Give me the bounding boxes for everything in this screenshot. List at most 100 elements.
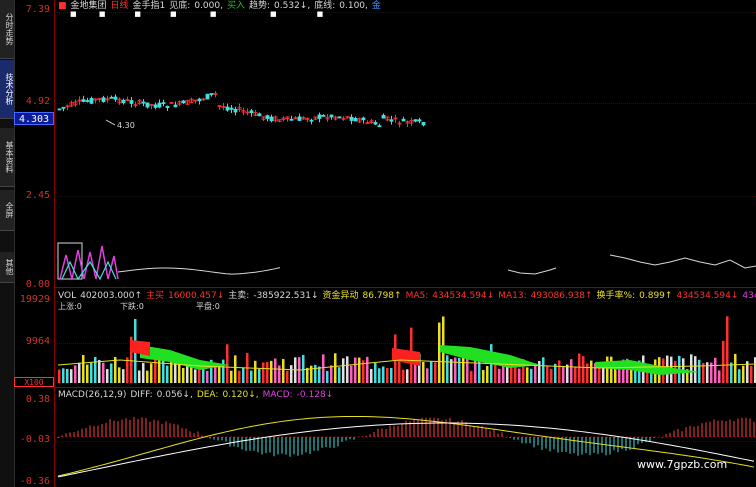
volume-bar xyxy=(94,356,97,383)
volume-bar xyxy=(322,354,325,383)
volume-bar xyxy=(606,356,609,383)
volume-bar xyxy=(438,322,441,383)
volume-bar xyxy=(326,370,329,383)
volume-bar xyxy=(354,357,357,383)
candle-body xyxy=(413,119,418,122)
low-price-annotation: 4.30 xyxy=(117,121,135,130)
volume-bar xyxy=(590,360,593,383)
candle-body xyxy=(101,97,106,103)
candle-body xyxy=(361,117,366,121)
candle-body xyxy=(129,100,134,104)
volume-bar xyxy=(390,367,393,383)
volume-bar xyxy=(598,367,601,383)
volume-bar xyxy=(402,369,405,383)
volume-bar xyxy=(70,369,73,383)
volume-bar xyxy=(310,365,313,383)
volume-bar xyxy=(290,365,293,383)
volume-bar xyxy=(86,364,89,383)
candle-body xyxy=(197,98,202,102)
candle-body xyxy=(381,114,386,119)
volume-bar xyxy=(254,360,257,383)
volume-bar xyxy=(430,361,433,383)
volume-bar xyxy=(258,368,261,383)
volume-bar xyxy=(486,365,489,383)
volume-bar xyxy=(154,357,157,383)
candle-body xyxy=(57,108,62,111)
volume-bar xyxy=(102,362,105,383)
volume-bar xyxy=(90,362,93,383)
volume-bar xyxy=(178,364,181,383)
volume-bar xyxy=(750,365,753,383)
candle-body xyxy=(161,102,166,105)
candle-body xyxy=(61,106,66,109)
volume-bar xyxy=(182,367,185,383)
volume-bar xyxy=(214,366,217,383)
volume-bar xyxy=(78,362,81,383)
volume-bar xyxy=(470,370,473,383)
volume-bar xyxy=(142,363,145,383)
low-price-pointer xyxy=(105,119,116,126)
candle-body xyxy=(157,102,162,108)
candle-body xyxy=(249,110,254,114)
volume-bar xyxy=(498,368,501,383)
candle-body xyxy=(181,100,186,104)
volume-bar xyxy=(342,358,345,383)
volume-bar xyxy=(458,358,461,383)
volume-bar xyxy=(138,370,141,383)
volume-bar xyxy=(614,369,617,383)
oscillator-line xyxy=(117,267,281,275)
candle-body xyxy=(337,116,342,119)
candle-body xyxy=(309,119,314,122)
volume-bar xyxy=(562,366,565,383)
candle-body xyxy=(109,96,114,99)
volume-bar xyxy=(250,370,253,383)
candle-body xyxy=(257,113,262,117)
candle-body xyxy=(153,104,158,108)
candle-body xyxy=(297,116,302,121)
volume-bar xyxy=(550,368,553,383)
candle-body xyxy=(417,119,422,122)
volume-bar xyxy=(694,356,697,383)
volume-bar xyxy=(98,359,101,383)
volume-bar xyxy=(58,369,61,383)
volume-bar xyxy=(482,369,485,383)
volume-bar xyxy=(726,316,729,383)
volume-bar xyxy=(462,355,465,383)
volume-bar xyxy=(690,354,693,383)
volume-bar xyxy=(398,358,401,383)
candle-body xyxy=(85,100,90,102)
volume-bar xyxy=(110,363,113,383)
volume-bar xyxy=(62,368,65,383)
volume-bar xyxy=(718,370,721,383)
candle-body xyxy=(81,99,86,102)
candle-body xyxy=(373,122,378,125)
volume-bar xyxy=(150,363,153,383)
volume-bar xyxy=(314,364,317,383)
volume-bar xyxy=(422,361,425,383)
volume-bar xyxy=(302,354,305,383)
volume-bar xyxy=(546,365,549,383)
volume-bar xyxy=(730,362,733,383)
volume-bar xyxy=(238,370,241,383)
volume-bar xyxy=(226,344,229,383)
volume-bar xyxy=(66,368,69,383)
candle-body xyxy=(353,118,358,122)
volume-bar xyxy=(334,353,337,383)
volume-bar xyxy=(526,367,529,383)
volume-bar xyxy=(282,359,285,383)
candle-body xyxy=(389,119,394,122)
volume-bar xyxy=(286,370,289,383)
volume-bar xyxy=(698,359,701,383)
candle-body xyxy=(89,97,94,104)
candle-body xyxy=(229,107,234,110)
volume-bar xyxy=(634,370,637,383)
volume-bar xyxy=(734,353,737,383)
candle-body xyxy=(329,114,334,118)
volume-bar xyxy=(274,358,277,383)
candle-body xyxy=(401,118,406,122)
volume-bar xyxy=(574,367,577,383)
candle-body xyxy=(209,93,214,95)
candle-body xyxy=(265,115,270,119)
volume-bar xyxy=(126,357,129,383)
oscillator-line xyxy=(609,254,756,269)
